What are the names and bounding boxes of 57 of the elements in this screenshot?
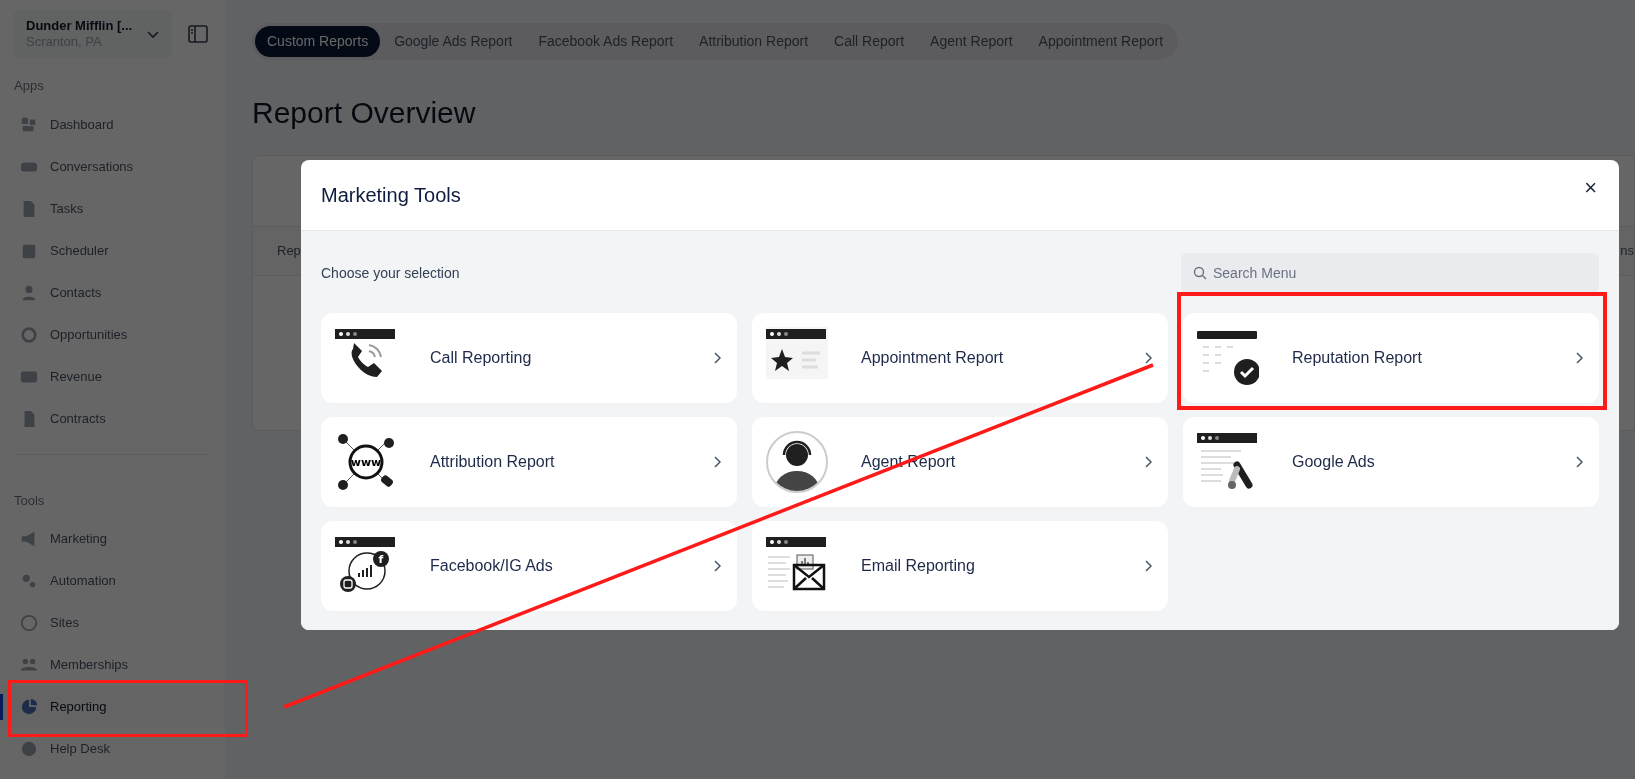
chevron-right-icon: [1575, 456, 1583, 468]
sidebar-item[interactable]: Scheduler: [0, 229, 225, 272]
headset-person-illustration: [766, 431, 828, 493]
sidebar-item[interactable]: Automation: [0, 560, 225, 602]
report-option-card[interactable]: Agent Report: [752, 417, 1168, 507]
sidebar-item[interactable]: Tasks: [0, 187, 225, 230]
facebook-letter: f: [378, 553, 384, 566]
section-heading: Apps: [13, 77, 45, 95]
report-tab[interactable]: Agent Report: [918, 26, 1025, 57]
sidebar-item[interactable]: Conversations: [0, 145, 225, 188]
sidebar-item[interactable]: Dashboard: [0, 103, 225, 146]
close-button[interactable]: ×: [1584, 177, 1597, 199]
menu-icon: [20, 740, 38, 758]
selection-prompt: Choose your selection: [321, 263, 460, 283]
modal-title: Marketing Tools: [321, 183, 461, 208]
sidebar-item[interactable]: Opportunities: [0, 313, 225, 356]
report-tab[interactable]: Google Ads Report: [382, 26, 525, 57]
menu-icon: [20, 325, 38, 344]
menu-icon: [20, 572, 38, 590]
report-tab[interactable]: Attribution Report: [687, 26, 821, 57]
report-tab[interactable]: Custom Reports: [255, 26, 381, 57]
menu-icon: [20, 614, 38, 632]
sidebar-item[interactable]: Revenue: [0, 355, 225, 398]
chevron-right-icon: [713, 560, 721, 572]
column-header: ns: [1620, 242, 1634, 261]
section-heading: Tools: [13, 491, 46, 510]
report-tab[interactable]: Appointment Report: [1026, 26, 1176, 57]
page-title: Report Overview: [252, 95, 477, 131]
chevron-right-icon: [713, 352, 721, 364]
chevron-right-icon: [1144, 352, 1152, 364]
www-label: www: [350, 456, 382, 469]
report-option-card[interactable]: Google Ads: [1183, 417, 1599, 507]
sidebar-item[interactable]: Memberships: [0, 644, 225, 686]
report-option-card[interactable]: www Attribution Report: [321, 417, 737, 507]
report-option-card[interactable]: Appointment Report: [752, 313, 1168, 403]
report-option-card[interactable]: Call Reporting: [321, 313, 737, 403]
sidebar-item[interactable]: Contracts: [0, 397, 225, 440]
report-tab[interactable]: Call Report: [822, 26, 917, 57]
sidebar-item[interactable]: Help Desk: [0, 728, 225, 770]
column-header: Rep: [277, 242, 301, 261]
sidebar-item[interactable]: Marketing: [0, 518, 225, 560]
menu-icon: [20, 698, 38, 716]
chevron-right-icon: [1575, 352, 1583, 364]
chevron-right-icon: [1144, 560, 1152, 572]
sidebar-item[interactable]: Sites: [0, 602, 225, 644]
chevron-right-icon: [713, 456, 721, 468]
report-option-card[interactable]: Email Reporting: [752, 521, 1168, 611]
sidebar-item[interactable]: Contacts: [0, 271, 225, 314]
chevron-right-icon: [1144, 456, 1152, 468]
search-field[interactable]: Search Menu: [1181, 253, 1599, 293]
menu-icon: [20, 283, 38, 302]
report-tab[interactable]: Facebook Ads Report: [526, 26, 686, 57]
sidebar-toggle-icon[interactable]: [188, 25, 208, 43]
menu-icon: [20, 115, 38, 134]
report-option-card[interactable]: f Facebook/IG Ads: [321, 521, 737, 611]
search-icon: [1193, 266, 1207, 280]
report-option-card[interactable]: Reputation Report: [1183, 313, 1599, 403]
